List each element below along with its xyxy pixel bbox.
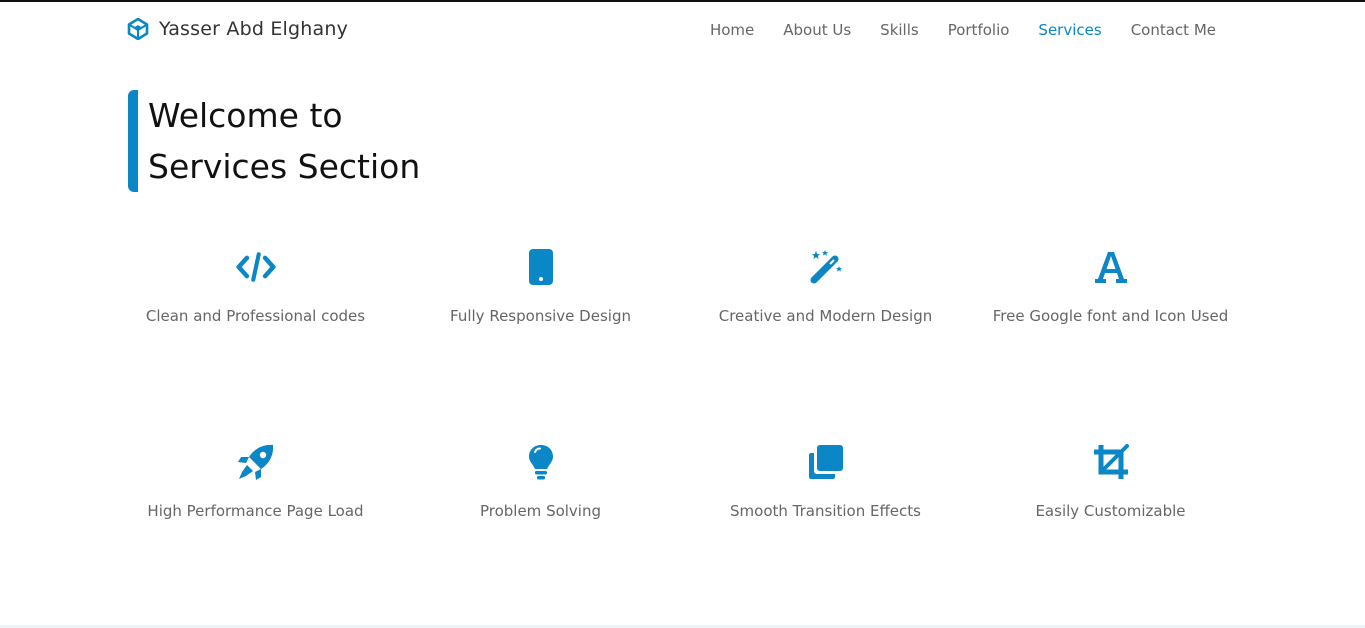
nav-link-skills[interactable]: Skills — [880, 21, 919, 39]
nav-link-services[interactable]: Services — [1038, 21, 1101, 39]
mobile-icon — [521, 247, 561, 287]
clone-icon — [806, 442, 846, 482]
code-icon — [235, 247, 276, 287]
service-item: Clean and Professional codes — [113, 247, 398, 442]
nav-link-portfolio[interactable]: Portfolio — [948, 21, 1010, 39]
service-item: Creative and Modern Design — [683, 247, 968, 442]
section-title-line-1: Welcome to — [148, 96, 343, 135]
service-label: Fully Responsive Design — [450, 307, 631, 325]
section-title-line-2: Services Section — [148, 147, 421, 186]
service-label: High Performance Page Load — [147, 502, 364, 520]
services-grid: Clean and Professional codes Fully Respo… — [113, 247, 1253, 542]
section-title: Welcome to Services Section — [148, 90, 448, 192]
service-label: Easily Customizable — [1035, 502, 1186, 520]
service-label: Problem Solving — [479, 502, 602, 520]
nav-link-contact-me[interactable]: Contact Me — [1131, 21, 1216, 39]
nav-link-home[interactable]: Home — [710, 21, 754, 39]
service-label: Smooth Transition Effects — [730, 502, 921, 520]
navbar: Yasser Abd Elghany Home About Us Skills … — [0, 2, 1365, 62]
brand-name: Yasser Abd Elghany — [159, 18, 349, 40]
nav-link-about-us[interactable]: About Us — [783, 21, 851, 39]
codepen-icon — [127, 17, 149, 41]
lightbulb-icon — [521, 442, 561, 482]
nav-menu: Home About Us Skills Portfolio Services … — [710, 21, 1216, 39]
section-heading: Welcome to Services Section — [128, 90, 448, 192]
service-label: Creative and Modern Design — [718, 307, 933, 325]
service-item: Problem Solving — [398, 442, 683, 542]
service-item: Fully Responsive Design — [398, 247, 683, 442]
service-label: Free Google font and Icon Used — [992, 307, 1229, 325]
rocket-icon — [236, 442, 276, 482]
service-label: Clean and Professional codes — [145, 307, 366, 325]
service-item: Free Google font and Icon Used — [968, 247, 1253, 442]
service-item: Easily Customizable — [968, 442, 1253, 542]
service-item: Smooth Transition Effects — [683, 442, 968, 542]
font-icon — [1091, 247, 1131, 287]
magic-wand-icon — [806, 247, 846, 287]
brand-link[interactable]: Yasser Abd Elghany — [127, 17, 349, 41]
service-item: High Performance Page Load — [113, 442, 398, 542]
crop-icon — [1091, 442, 1131, 482]
